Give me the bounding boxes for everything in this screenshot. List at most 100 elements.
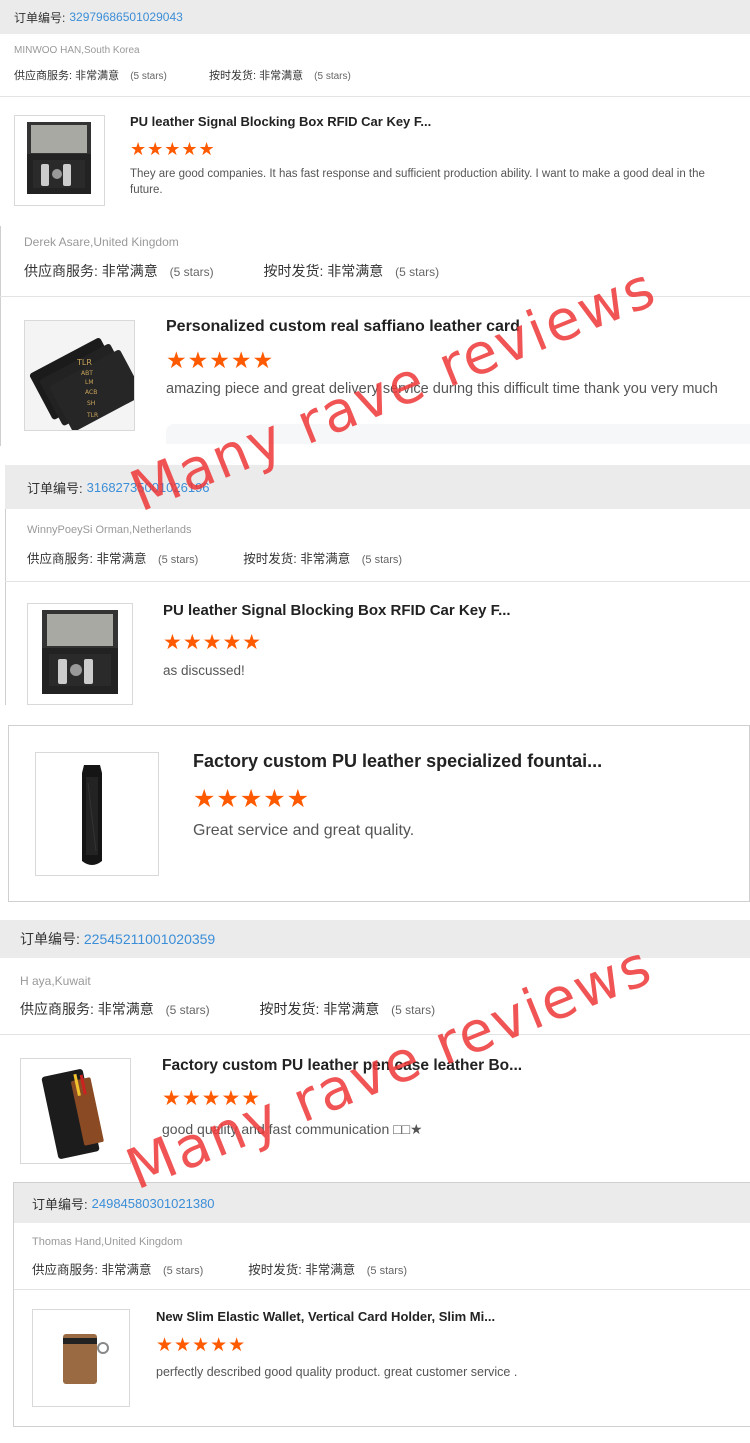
ship-label: 按时发货: bbox=[243, 552, 297, 566]
divider bbox=[0, 296, 750, 297]
ratings-row: 供应商服务: 非常满意 (5 stars) 按时发货: 非常满意 (5 star… bbox=[14, 67, 351, 83]
supplier-rating: 非常满意 bbox=[75, 70, 120, 82]
review-text: Great service and great quality. bbox=[193, 822, 415, 839]
ship-rating: 非常满意 bbox=[327, 263, 384, 279]
star-rating: ★★★★★ bbox=[193, 785, 311, 813]
review-text: as discussed! bbox=[163, 663, 245, 678]
buyer-name: H aya,Kuwait bbox=[20, 974, 91, 988]
product-title[interactable]: Personalized custom real saffiano leathe… bbox=[166, 318, 746, 336]
product-title[interactable]: Factory custom PU leather pen case leath… bbox=[162, 1057, 742, 1075]
supplier-stars-note: (5 stars) bbox=[157, 554, 199, 566]
supplier-stars-note: (5 stars) bbox=[162, 1265, 204, 1277]
supplier-rating: 非常满意 bbox=[101, 1263, 152, 1277]
supplier-label: 供应商服务: bbox=[32, 1263, 98, 1277]
ship-stars-note: (5 stars) bbox=[395, 265, 440, 279]
review-block-5: 订单编号: 22545211001020359 H aya,Kuwait 供应商… bbox=[0, 920, 750, 1164]
product-title[interactable]: Factory custom PU leather specialized fo… bbox=[193, 751, 743, 772]
ship-label: 按时发货: bbox=[259, 1001, 320, 1017]
star-rating: ★★★★★ bbox=[156, 1335, 247, 1356]
supplier-stars-note: (5 stars) bbox=[130, 71, 167, 82]
ship-rating: 非常满意 bbox=[323, 1001, 380, 1017]
card-label: TLR bbox=[86, 412, 98, 419]
pen-case-image bbox=[36, 753, 158, 875]
product-title[interactable]: New Slim Elastic Wallet, Vertical Card H… bbox=[156, 1309, 716, 1324]
pen-case-notebook-image bbox=[21, 1059, 130, 1163]
product-thumbnail[interactable] bbox=[14, 115, 105, 206]
ship-stars-note: (5 stars) bbox=[314, 71, 351, 82]
order-number[interactable]: 31682735001026196 bbox=[87, 480, 210, 495]
star-rating: ★★★★★ bbox=[166, 347, 275, 373]
buyer-name: Derek Asare,United Kingdom bbox=[24, 235, 179, 249]
product-thumbnail[interactable] bbox=[32, 1309, 130, 1407]
star-rating: ★★★★★ bbox=[163, 631, 263, 654]
card-label: ABT bbox=[81, 370, 93, 377]
product-title[interactable]: PU leather Signal Blocking Box RFID Car … bbox=[130, 114, 730, 129]
divider bbox=[0, 1034, 750, 1035]
supplier-stars-note: (5 stars) bbox=[169, 265, 214, 279]
buyer-name: Thomas Hand,United Kingdom bbox=[32, 1236, 183, 1248]
star-rating: ★★★★★ bbox=[130, 139, 216, 159]
supplier-rating: 非常满意 bbox=[97, 1001, 154, 1017]
ratings-row: 供应商服务: 非常满意 (5 stars) 按时发货: 非常满意 (5 star… bbox=[32, 1259, 407, 1278]
ship-stars-note: (5 stars) bbox=[391, 1003, 436, 1017]
order-number[interactable]: 24984580301021380 bbox=[92, 1196, 215, 1211]
ship-label: 按时发货: bbox=[248, 1263, 302, 1277]
border-left bbox=[5, 509, 6, 705]
review-text: good quality and fast communication □□★ bbox=[162, 1121, 423, 1137]
buyer-name: MINWOO HAN,South Korea bbox=[14, 45, 140, 56]
supplier-label: 供应商服务: bbox=[20, 1001, 94, 1017]
card-label: ACB bbox=[85, 389, 97, 396]
ratings-row: 供应商服务: 非常满意 (5 stars) 按时发货: 非常满意 (5 star… bbox=[20, 999, 435, 1019]
supplier-rating: 非常满意 bbox=[101, 263, 158, 279]
ship-stars-note: (5 stars) bbox=[361, 554, 403, 566]
review-text: perfectly described good quality product… bbox=[156, 1365, 518, 1379]
ratings-row: 供应商服务: 非常满意 (5 stars) 按时发货: 非常满意 (5 star… bbox=[27, 548, 402, 567]
supplier-rating: 非常满意 bbox=[96, 552, 147, 566]
reply-box bbox=[166, 424, 750, 444]
star-rating: ★★★★★ bbox=[162, 1087, 262, 1110]
card-label: SH bbox=[87, 400, 95, 407]
review-block-3: 订单编号: 31682735001026196 WinnyPoeySi Orma… bbox=[5, 465, 750, 705]
ship-rating: 非常满意 bbox=[300, 552, 351, 566]
ship-rating: 非常满意 bbox=[305, 1263, 356, 1277]
product-thumbnail[interactable]: TLR ABT LM ACB SH TLR bbox=[24, 320, 135, 431]
order-header: 订单编号: 31682735001026196 bbox=[5, 465, 750, 509]
ship-label: 按时发货: bbox=[208, 70, 257, 82]
review-block-1: 订单编号: 32979686501029043 MINWOO HAN,South… bbox=[0, 0, 750, 226]
order-label: 订单编号: bbox=[20, 931, 80, 947]
divider bbox=[0, 96, 750, 97]
ship-label: 按时发货: bbox=[263, 263, 324, 279]
border-left bbox=[0, 226, 1, 446]
ratings-row: 供应商服务: 非常满意 (5 stars) 按时发货: 非常满意 (5 star… bbox=[24, 261, 439, 281]
buyer-name: WinnyPoeySi Orman,Netherlands bbox=[27, 524, 192, 536]
order-header: 订单编号: 32979686501029043 bbox=[0, 0, 750, 34]
ship-rating: 非常满意 bbox=[259, 70, 304, 82]
product-title[interactable]: PU leather Signal Blocking Box RFID Car … bbox=[163, 602, 743, 619]
supplier-label: 供应商服务: bbox=[24, 263, 98, 279]
order-label: 订单编号: bbox=[27, 480, 83, 496]
order-number[interactable]: 22545211001020359 bbox=[84, 931, 215, 947]
card-wallet-image bbox=[33, 1310, 129, 1406]
product-thumbnail[interactable] bbox=[35, 752, 159, 876]
card-label: TLR bbox=[76, 358, 92, 367]
divider bbox=[5, 581, 750, 582]
order-header: 订单编号: 22545211001020359 bbox=[0, 920, 750, 958]
product-thumbnail[interactable] bbox=[20, 1058, 131, 1164]
key-box-image bbox=[42, 610, 118, 694]
review-text: amazing piece and great delivery service… bbox=[166, 381, 718, 397]
product-thumbnail[interactable] bbox=[27, 603, 133, 705]
order-label: 订单编号: bbox=[14, 10, 66, 25]
card-label: LM bbox=[85, 379, 94, 386]
order-label: 订单编号: bbox=[32, 1196, 88, 1212]
supplier-label: 供应商服务: bbox=[27, 552, 93, 566]
order-number[interactable]: 32979686501029043 bbox=[69, 10, 182, 24]
ship-stars-note: (5 stars) bbox=[366, 1265, 408, 1277]
review-block-4: Factory custom PU leather specialized fo… bbox=[8, 725, 750, 902]
divider bbox=[14, 1289, 750, 1290]
review-block-6: 订单编号: 24984580301021380 Thomas Hand,Unit… bbox=[13, 1182, 750, 1427]
review-block-2: Derek Asare,United Kingdom 供应商服务: 非常满意 (… bbox=[0, 226, 750, 462]
key-box-image bbox=[27, 122, 91, 194]
order-header: 订单编号: 24984580301021380 bbox=[14, 1183, 750, 1223]
supplier-stars-note: (5 stars) bbox=[165, 1003, 210, 1017]
card-holders-image: TLR ABT LM ACB SH TLR bbox=[25, 321, 134, 430]
